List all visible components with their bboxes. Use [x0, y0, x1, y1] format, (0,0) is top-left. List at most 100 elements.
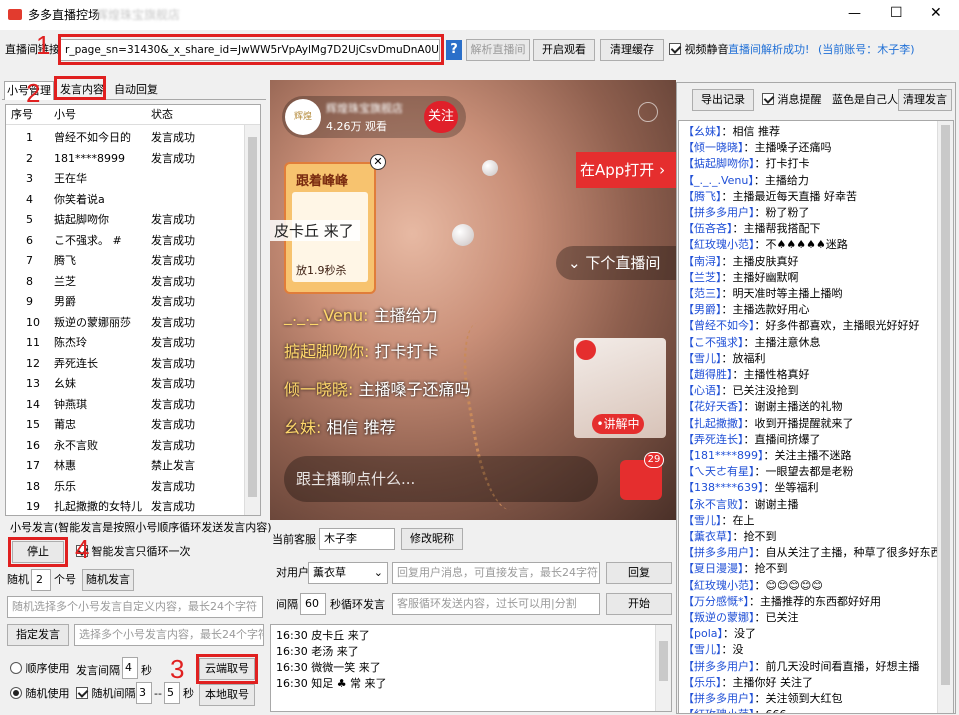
start-watch-button[interactable]: 开启观看: [533, 39, 595, 61]
chevron-down-icon: ⌄: [373, 566, 383, 579]
random-use-radio[interactable]: 随机使用: [10, 686, 70, 702]
table-row[interactable]: 2 181****8999 发言成功: [6, 150, 246, 167]
remind-check-icon[interactable]: [762, 93, 774, 105]
chat-list[interactable]: 【幺妹】：相信 推荐 【倾一晓晓】：主播嗓子还痛吗 【掂起脚吻你】：打卡打卡 【_._…: [678, 120, 954, 714]
table-row[interactable]: 13 幺妹 发言成功: [6, 375, 246, 392]
target-user-select[interactable]: 薰衣草 ⌄: [308, 562, 388, 584]
chat-message: 【紅玫瑰小范】：不♠♠♠♠♠迷路: [683, 237, 848, 253]
table-row[interactable]: 9 男爵 发言成功: [6, 293, 246, 310]
close-icon[interactable]: ✕: [930, 5, 942, 21]
chat-scroll-thumb[interactable]: [941, 125, 950, 685]
chat-user: 【雪儿】: [683, 351, 722, 365]
maximize-icon[interactable]: ☐: [890, 5, 903, 21]
tab-auto-reply[interactable]: 自动回复: [112, 81, 160, 99]
loop-content-input[interactable]: 客服循环发送内容，过长可以用|分割: [392, 593, 600, 615]
promo-close-icon[interactable]: ✕: [370, 154, 386, 170]
log-scroll-thumb[interactable]: [659, 641, 668, 681]
table-row[interactable]: 14 钟燕琪 发言成功: [6, 396, 246, 413]
chat-user: 【拼多多用户】: [683, 546, 755, 560]
rename-button[interactable]: 修改昵称: [401, 528, 463, 550]
row-account: 腾飞: [54, 254, 76, 267]
mute-video-checkbox[interactable]: 视频静音: [669, 42, 729, 58]
table-row[interactable]: 19 扎起撒撒的女特儿 发言成功: [6, 498, 246, 515]
chat-message: 【拼多多用户】：前几天没时间看直播，好想主播: [683, 659, 920, 675]
chat-text: ：主播嗓子还痛吗: [743, 141, 832, 155]
row-index: 13: [26, 377, 40, 390]
table-row[interactable]: 7 腾飞 发言成功: [6, 252, 246, 269]
chat-text: ：主播推荐的东西都好好用: [749, 594, 881, 608]
reply-input[interactable]: 回复用户消息，可直接发言，最长24字符: [392, 562, 600, 584]
export-log-button[interactable]: 导出记录: [692, 89, 754, 111]
table-scrollbar[interactable]: [244, 125, 260, 515]
row-status: 发言成功: [151, 377, 195, 390]
gap-input[interactable]: 60: [300, 593, 326, 615]
log-scrollbar[interactable]: [655, 625, 671, 711]
chat-text: ：一眼望去都是老粉: [754, 465, 854, 479]
table-row[interactable]: 15 莆忠 发言成功: [6, 416, 246, 433]
join-log[interactable]: 16:30 皮卡丘 来了 16:30 老汤 来了 16:30 微微一笑 来了 1…: [270, 624, 672, 712]
chat-scrollbar[interactable]: [937, 121, 953, 713]
clear-cache-button[interactable]: 清理缓存: [600, 39, 664, 61]
loop-once-checkbox[interactable]: 智能发言只循环一次: [76, 544, 191, 560]
table-row[interactable]: 16 永不言败 发言成功: [6, 437, 246, 454]
service-input[interactable]: 木子李: [319, 528, 395, 550]
table-row[interactable]: 17 林惠 禁止发言: [6, 457, 246, 474]
next-live-label: 下个直播间: [585, 254, 661, 272]
next-live-button[interactable]: ⌄ 下个直播间: [556, 246, 676, 280]
assign-speak-button[interactable]: 指定发言: [7, 624, 69, 646]
random-count-input[interactable]: 2: [31, 569, 51, 591]
random-interval-checkbox[interactable]: 随机间隔: [76, 686, 136, 702]
log-line: 16:30 知足 ♣ 常 来了: [276, 677, 387, 690]
streamer-avatar[interactable]: 辉煌: [285, 99, 321, 135]
assign-content-input[interactable]: 选择多个小号发言内容，最长24个字符: [74, 624, 264, 646]
annotation-box-url: [58, 34, 444, 65]
table-row[interactable]: 1 曾经不如今日的 发言成功: [6, 129, 246, 146]
live-chat-input[interactable]: 跟主播聊点什么...: [284, 456, 598, 502]
account-table[interactable]: 序号 小号 状态 1 曾经不如今日的 发言成功 2 181****8999 发言成功 3 王在…: [5, 104, 261, 516]
chat-message: 【伍吝吝】：主播帮我搭配下: [683, 221, 821, 237]
chat-message: 【pola】：没了: [683, 626, 756, 642]
annotation-number: 2: [26, 78, 41, 108]
row-account: 兰芝: [54, 274, 76, 288]
table-row[interactable]: 6 こ不强求。 # 发言成功: [6, 232, 246, 249]
clear-speech-button[interactable]: 清理发言: [898, 89, 952, 111]
row-account: 幺妹: [54, 377, 76, 390]
table-row[interactable]: 11 陈杰玲 发言成功: [6, 334, 246, 351]
table-row[interactable]: 5 掂起脚吻你 发言成功: [6, 211, 246, 228]
row-status: 发言成功: [151, 151, 195, 165]
chat-message: 【倾一晓晓】：主播嗓子还痛吗: [683, 140, 832, 156]
table-row[interactable]: 3 王在华: [6, 170, 246, 187]
start-button[interactable]: 开始: [606, 593, 672, 615]
minimize-icon[interactable]: —: [848, 6, 861, 22]
random-from-input[interactable]: 3: [136, 682, 152, 704]
random-radio-icon[interactable]: [10, 687, 22, 699]
custom-content-input[interactable]: 随机选择多个小号发言自定义内容，最长24个字符: [7, 596, 263, 618]
random-to-input[interactable]: 5: [164, 682, 180, 704]
random-interval-check-icon[interactable]: [76, 687, 88, 699]
local-fetch-button[interactable]: 本地取号: [199, 684, 255, 706]
random-speak-button[interactable]: 随机发言: [82, 569, 134, 591]
open-app-button[interactable]: 在App打开 ›: [576, 152, 676, 188]
table-scroll-thumb[interactable]: [248, 137, 257, 497]
chat-text: ：主播性格真好: [732, 368, 810, 381]
reply-button[interactable]: 回复: [606, 562, 672, 584]
table-row[interactable]: 10 叛逆の蒙娜丽莎 发言成功: [6, 314, 246, 331]
table-row[interactable]: 8 兰芝 发言成功: [6, 273, 246, 290]
annotation-number: 1: [36, 30, 51, 60]
info-icon[interactable]: [638, 102, 658, 122]
table-row[interactable]: 4 你笑着说a: [6, 191, 246, 208]
interval-input[interactable]: 4: [122, 657, 138, 679]
live-video[interactable]: 辉煌 辉煌珠宝旗舰店 4.26万 观看 关注 在App打开 › 跟着峰峰 放1.…: [270, 80, 676, 520]
table-row[interactable]: 18 乐乐 发言成功: [6, 478, 246, 495]
row-index: 6: [26, 233, 33, 247]
row-account: 王在华: [54, 172, 87, 185]
sequential-use-radio[interactable]: 顺序使用: [10, 661, 70, 677]
message-remind-checkbox[interactable]: 消息提醒: [762, 92, 822, 108]
table-row[interactable]: 12 弄死连长 发言成功: [6, 355, 246, 372]
help-icon[interactable]: ?: [446, 40, 462, 60]
parse-live-button[interactable]: 解析直播间: [466, 39, 530, 61]
mute-check-icon[interactable]: [669, 43, 681, 55]
sequential-radio-icon[interactable]: [10, 662, 22, 674]
follow-button[interactable]: 关注: [424, 101, 458, 133]
chat-user: 【万分感慨*】: [683, 594, 749, 608]
